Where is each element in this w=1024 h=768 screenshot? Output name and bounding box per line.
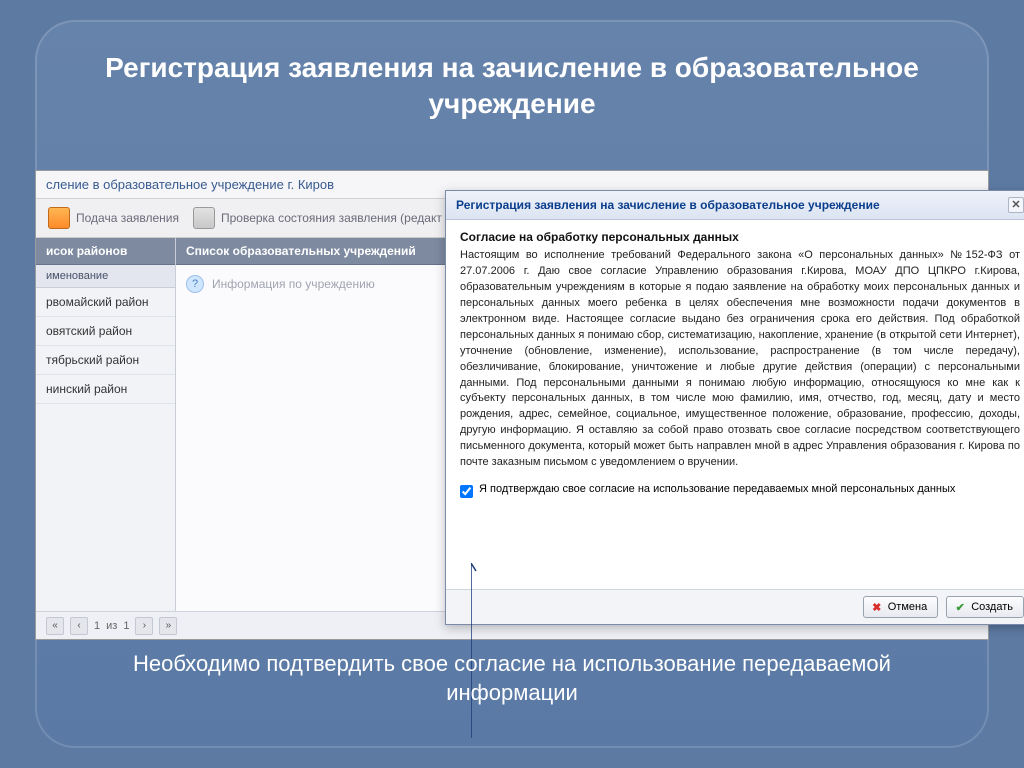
cancel-button[interactable]: ✖ Отмена xyxy=(863,596,938,618)
slide-frame: Регистрация заявления на зачисление в об… xyxy=(35,20,989,748)
submit-icon xyxy=(48,207,70,229)
sidebar-item-1[interactable]: овятский район xyxy=(36,317,175,346)
annotation-arrow xyxy=(471,563,472,564)
slide-footer-text: Необходимо подтвердить свое согласие на … xyxy=(35,649,989,708)
modal-body: Согласие на обработку персональных данны… xyxy=(446,220,1024,589)
sidebar-header: исок районов xyxy=(36,238,175,265)
sidebar-item-2[interactable]: тябрьский район xyxy=(36,346,175,375)
submit-label: Подача заявления xyxy=(76,211,179,225)
slide-title: Регистрация заявления на зачисление в об… xyxy=(35,20,989,143)
main-info-text: Информация по учреждению xyxy=(212,277,375,291)
cancel-icon: ✖ xyxy=(870,600,884,614)
pager-prev-button[interactable]: ‹ xyxy=(70,617,88,635)
consent-checkbox[interactable] xyxy=(460,485,473,498)
sidebar: исок районов именование рвомайский район… xyxy=(36,238,176,636)
check-status-button[interactable]: Проверка состояния заявления (редакт xyxy=(193,207,442,229)
pager-page: 1 xyxy=(94,620,100,632)
sidebar-item-0[interactable]: рвомайский район xyxy=(36,288,175,317)
pager-total: 1 xyxy=(123,620,129,632)
consent-heading: Согласие на обработку персональных данны… xyxy=(460,230,1020,244)
sidebar-subheader: именование xyxy=(36,265,175,288)
modal-titlebar: Регистрация заявления на зачисление в об… xyxy=(446,191,1024,220)
check-icon xyxy=(193,207,215,229)
consent-modal: Регистрация заявления на зачисление в об… xyxy=(445,190,1024,625)
consent-checkbox-label: Я подтверждаю свое согласие на использов… xyxy=(479,483,955,495)
check-label: Проверка состояния заявления (редакт xyxy=(221,211,442,225)
pager-last-button[interactable]: » xyxy=(159,617,177,635)
submit-application-button[interactable]: Подача заявления xyxy=(48,207,179,229)
check-icon: ✔ xyxy=(953,600,967,614)
consent-text: Настоящим во исполнение требований Федер… xyxy=(460,248,1020,471)
pager-first-button[interactable]: « xyxy=(46,617,64,635)
pager-next-button[interactable]: › xyxy=(135,617,153,635)
create-label: Создать xyxy=(971,601,1013,613)
consent-checkbox-row[interactable]: Я подтверждаю свое согласие на использов… xyxy=(460,483,1020,498)
modal-title-text: Регистрация заявления на зачисление в об… xyxy=(456,198,880,212)
close-icon[interactable]: ✕ xyxy=(1008,197,1024,213)
pager-of-label: из xyxy=(106,620,117,632)
sidebar-item-3[interactable]: нинский район xyxy=(36,375,175,404)
info-icon: ? xyxy=(186,275,204,293)
cancel-label: Отмена xyxy=(888,601,927,613)
create-button[interactable]: ✔ Создать xyxy=(946,596,1024,618)
